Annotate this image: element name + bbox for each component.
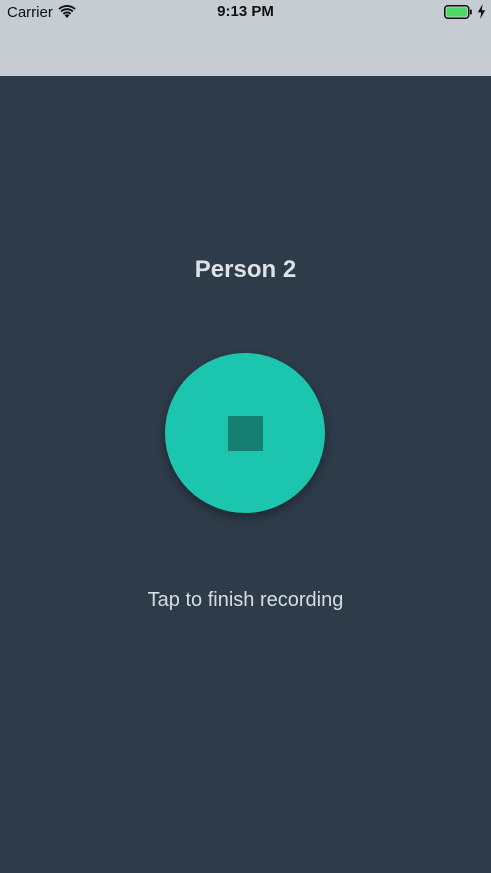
- recording-screen: Carrier 9:13 PM Person 2 Tap to finish r…: [0, 0, 491, 873]
- stop-icon: [228, 416, 263, 451]
- stop-recording-button[interactable]: [165, 353, 325, 513]
- battery-level-fill: [446, 7, 467, 17]
- status-bar: Carrier 9:13 PM: [0, 0, 491, 76]
- battery-icon: [444, 5, 472, 19]
- charging-bolt-icon: [477, 4, 486, 19]
- person-title: Person 2: [194, 256, 297, 283]
- hint-text: Tap to finish recording: [147, 589, 344, 611]
- status-time: 9:13 PM: [217, 3, 274, 20]
